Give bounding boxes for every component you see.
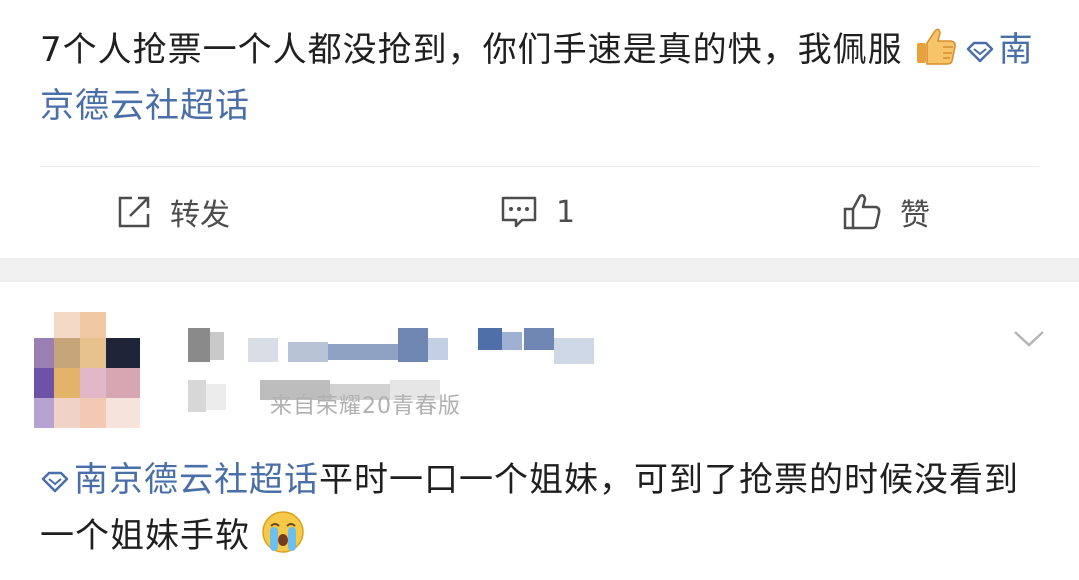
post-card: 来自荣耀20青春版 南京德云社超话平时一口一个姐妹，可到了抢票的时候没看到一个姐… bbox=[0, 282, 1079, 580]
username-redacted[interactable] bbox=[188, 328, 608, 364]
diamond-icon bbox=[966, 41, 993, 63]
thumbs-up-emoji bbox=[916, 28, 956, 65]
post-text: 7个人抢票一个人都没抢到，你们手速是真的快，我佩服 南京德云社超话 bbox=[40, 22, 1040, 134]
post-body-text: 7个人抢票一个人都没抢到，你们手速是真的快，我佩服 bbox=[40, 30, 903, 70]
crying-emoji bbox=[262, 511, 304, 553]
action-bar: 转发 1 赞 bbox=[0, 180, 1079, 244]
chevron-down-icon[interactable] bbox=[1012, 328, 1046, 350]
divider bbox=[40, 166, 1039, 167]
thumbs-up-icon bbox=[843, 194, 881, 230]
like-label: 赞 bbox=[900, 198, 930, 233]
repost-button[interactable]: 转发 bbox=[116, 180, 230, 244]
topic-label: 南京德云社超话 bbox=[74, 460, 319, 500]
post-text: 南京德云社超话平时一口一个姐妹，可到了抢票的时候没看到一个姐妹手软 bbox=[40, 452, 1040, 564]
comment-count: 1 bbox=[556, 194, 576, 230]
like-button[interactable]: 赞 bbox=[842, 180, 930, 244]
repost-label: 转发 bbox=[170, 198, 230, 233]
diamond-icon bbox=[41, 471, 69, 493]
topic-link[interactable]: 南京德云社超话 bbox=[40, 460, 319, 500]
post-source: 来自荣耀20青春版 bbox=[270, 394, 461, 419]
comment-button[interactable]: 1 bbox=[500, 180, 575, 244]
comment-icon bbox=[501, 196, 537, 228]
avatar[interactable] bbox=[34, 312, 140, 428]
section-gap bbox=[0, 258, 1079, 282]
post-card: 7个人抢票一个人都没抢到，你们手速是真的快，我佩服 南京德云社超话 转发 1 赞 bbox=[0, 0, 1079, 258]
repost-icon bbox=[118, 196, 150, 228]
